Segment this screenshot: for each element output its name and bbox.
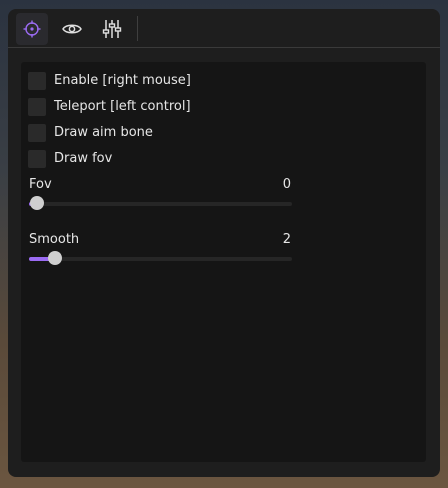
fov-slider[interactable]	[29, 196, 292, 210]
tab-settings[interactable]	[96, 13, 128, 45]
smooth-value: 2	[282, 232, 291, 247]
teleport-label: Teleport [left control]	[54, 99, 191, 114]
aimbot-window: Enable [right mouse] Teleport [left cont…	[8, 9, 440, 477]
draw-fov-label: Draw fov	[54, 151, 113, 166]
tab-visuals[interactable]	[56, 13, 88, 45]
fov-value: 0	[282, 177, 291, 192]
draw-aim-bone-row[interactable]: Draw aim bone	[28, 124, 153, 142]
tab-divider	[137, 16, 138, 41]
smooth-slider-thumb[interactable]	[48, 251, 63, 265]
teleport-checkbox[interactable]	[28, 98, 46, 116]
draw-fov-checkbox[interactable]	[28, 150, 46, 168]
settings-panel: Enable [right mouse] Teleport [left cont…	[21, 62, 426, 462]
smooth-slider[interactable]	[29, 251, 292, 265]
smooth-label: Smooth	[29, 232, 80, 247]
fov-label: Fov	[29, 177, 52, 192]
eye-icon	[62, 24, 82, 34]
crosshair-icon	[23, 20, 41, 38]
teleport-row[interactable]: Teleport [left control]	[28, 98, 191, 116]
draw-fov-row[interactable]: Draw fov	[28, 150, 112, 168]
enable-checkbox[interactable]	[28, 72, 46, 90]
sliders-icon	[102, 20, 122, 38]
tab-aim[interactable]	[16, 13, 48, 45]
tab-bar	[8, 9, 440, 48]
enable-row[interactable]: Enable [right mouse]	[28, 72, 191, 90]
draw-aim-bone-checkbox[interactable]	[28, 124, 46, 142]
enable-label: Enable [right mouse]	[54, 73, 191, 88]
fov-slider-thumb[interactable]	[29, 196, 44, 210]
draw-aim-bone-label: Draw aim bone	[54, 125, 153, 140]
